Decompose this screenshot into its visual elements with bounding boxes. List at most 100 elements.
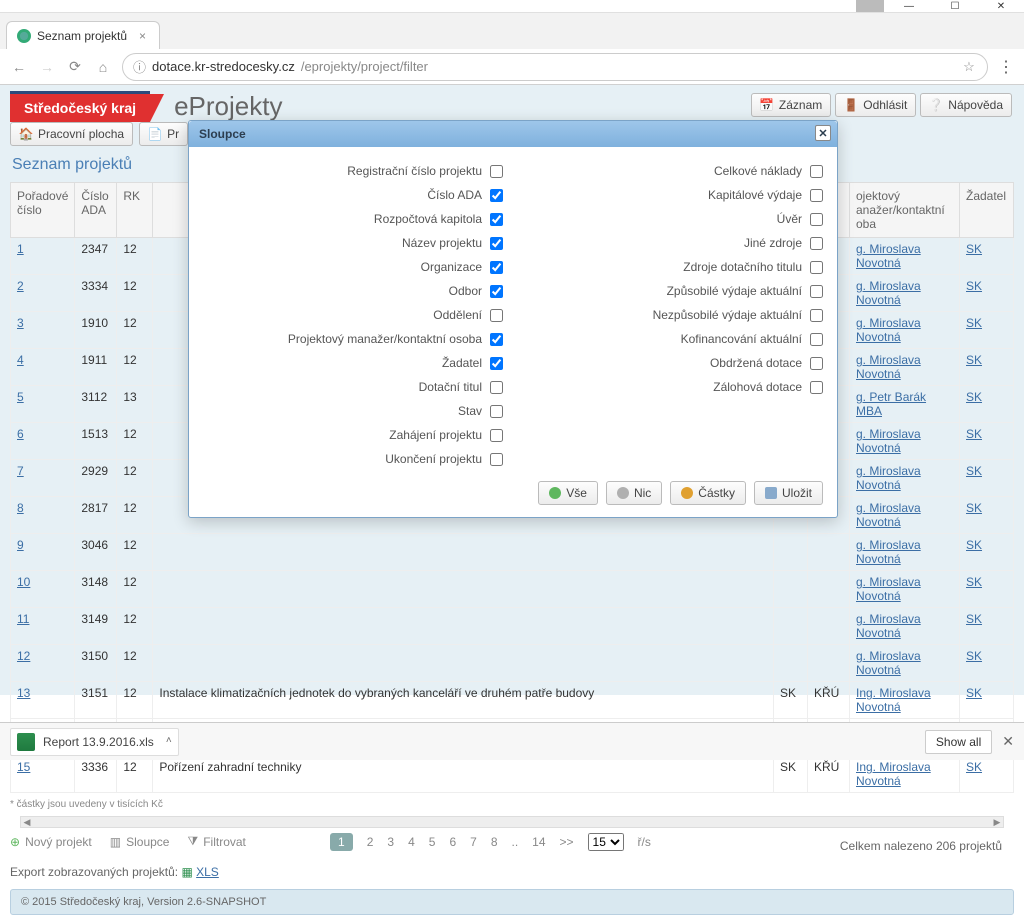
site-info-icon[interactable]: ⓘ [133, 57, 146, 76]
row-number-link[interactable]: 6 [17, 427, 24, 441]
page-3[interactable]: 3 [387, 835, 394, 849]
zadatel-link[interactable]: SK [966, 279, 982, 293]
account-icon[interactable] [856, 0, 884, 12]
row-number-link[interactable]: 10 [17, 575, 30, 589]
option-checkbox[interactable] [490, 261, 503, 274]
option-checkbox[interactable] [810, 165, 823, 178]
select-none-button[interactable]: Nic [606, 481, 662, 505]
zadatel-link[interactable]: SK [966, 501, 982, 515]
page-6[interactable]: 6 [449, 835, 456, 849]
page-next[interactable]: >> [560, 835, 574, 849]
modal-title[interactable]: Sloupce ✕ [189, 121, 837, 147]
amounts-button[interactable]: Částky [670, 481, 746, 505]
close-window-button[interactable]: ✕ [978, 0, 1024, 13]
option-checkbox[interactable] [490, 453, 503, 466]
option-checkbox[interactable] [810, 189, 823, 202]
zadatel-link[interactable]: SK [966, 353, 982, 367]
back-button[interactable]: ← [10, 58, 28, 76]
option-checkbox[interactable] [490, 357, 503, 370]
zadatel-link[interactable]: SK [966, 760, 982, 774]
row-number-link[interactable]: 9 [17, 538, 24, 552]
col-ada[interactable]: Číslo ADA [75, 183, 117, 238]
pm-link[interactable]: g. Miroslava Novotná [856, 316, 921, 344]
download-item[interactable]: Report 13.9.2016.xls ˄ [10, 728, 179, 756]
zadatel-link[interactable]: SK [966, 612, 982, 626]
pm-link[interactable]: g. Miroslava Novotná [856, 353, 921, 381]
option-checkbox[interactable] [490, 237, 503, 250]
page-14[interactable]: 14 [532, 835, 545, 849]
col-pm[interactable]: ojektový anažer/kontaktní oba [850, 183, 960, 238]
select-all-button[interactable]: Vše [538, 481, 598, 505]
columns-button[interactable]: ▥Sloupce [110, 835, 170, 849]
zadatel-link[interactable]: SK [966, 649, 982, 663]
pm-link[interactable]: Ing. Miroslava Novotná [856, 686, 931, 714]
modal-close-button[interactable]: ✕ [815, 125, 831, 141]
pm-link[interactable]: g. Miroslava Novotná [856, 538, 921, 566]
option-checkbox[interactable] [810, 237, 823, 250]
browser-menu-button[interactable]: ⋮ [998, 57, 1014, 77]
zaznam-button[interactable]: 📅Záznam [751, 93, 831, 117]
pr-button[interactable]: 📄Pr [139, 122, 188, 146]
zadatel-link[interactable]: SK [966, 575, 982, 589]
pm-link[interactable]: g. Miroslava Novotná [856, 464, 921, 492]
option-checkbox[interactable] [810, 381, 823, 394]
option-checkbox[interactable] [810, 357, 823, 370]
col-rk[interactable]: RK [117, 183, 153, 238]
pm-link[interactable]: g. Miroslava Novotná [856, 649, 921, 677]
horizontal-scrollbar[interactable]: ◀ ▶ [20, 816, 1004, 828]
option-checkbox[interactable] [490, 285, 503, 298]
reload-button[interactable]: ⟳ [66, 58, 84, 76]
scroll-left-icon[interactable]: ◀ [21, 817, 33, 827]
forward-button[interactable]: → [38, 58, 56, 76]
option-checkbox[interactable] [490, 405, 503, 418]
option-checkbox[interactable] [490, 189, 503, 202]
page-7[interactable]: 7 [470, 835, 477, 849]
row-number-link[interactable]: 12 [17, 649, 30, 663]
pm-link[interactable]: g. Miroslava Novotná [856, 279, 921, 307]
pm-link[interactable]: g. Miroslava Novotná [856, 575, 921, 603]
row-number-link[interactable]: 4 [17, 353, 24, 367]
option-checkbox[interactable] [810, 261, 823, 274]
row-number-link[interactable]: 13 [17, 686, 30, 700]
option-checkbox[interactable] [490, 213, 503, 226]
option-checkbox[interactable] [490, 309, 503, 322]
option-checkbox[interactable] [490, 333, 503, 346]
row-number-link[interactable]: 11 [17, 612, 29, 626]
col-poradove[interactable]: Pořadové číslo [11, 183, 75, 238]
page-5[interactable]: 5 [429, 835, 436, 849]
page-4[interactable]: 4 [408, 835, 415, 849]
option-checkbox[interactable] [490, 381, 503, 394]
zadatel-link[interactable]: SK [966, 686, 982, 700]
pm-link[interactable]: g. Miroslava Novotná [856, 501, 921, 529]
bookmark-icon[interactable]: ☆ [961, 59, 977, 75]
per-page-select[interactable]: 15 [588, 833, 624, 851]
row-number-link[interactable]: 5 [17, 390, 24, 404]
zadatel-link[interactable]: SK [966, 427, 982, 441]
new-project-button[interactable]: ⊕Nový projekt [10, 835, 92, 849]
minimize-button[interactable]: — [886, 0, 932, 13]
pm-link[interactable]: Ing. Miroslava Novotná [856, 760, 931, 788]
maximize-button[interactable]: ☐ [932, 0, 978, 13]
zadatel-link[interactable]: SK [966, 538, 982, 552]
option-checkbox[interactable] [810, 285, 823, 298]
export-xls-link[interactable]: XLS [196, 865, 219, 879]
col-zadatel[interactable]: Žadatel [960, 183, 1014, 238]
option-checkbox[interactable] [810, 309, 823, 322]
option-checkbox[interactable] [490, 429, 503, 442]
pm-link[interactable]: g. Miroslava Novotná [856, 612, 921, 640]
option-checkbox[interactable] [810, 213, 823, 226]
home-button[interactable]: ⌂ [94, 58, 112, 76]
page-1[interactable]: 1 [330, 833, 353, 851]
option-checkbox[interactable] [810, 333, 823, 346]
scroll-right-icon[interactable]: ▶ [991, 817, 1003, 827]
show-all-button[interactable]: Show all [925, 730, 992, 754]
pm-link[interactable]: g. Miroslava Novotná [856, 427, 921, 455]
help-button[interactable]: ❔Nápověda [920, 93, 1012, 117]
filter-button[interactable]: ⧩Filtrovat [187, 834, 245, 849]
download-bar-close[interactable]: ✕ [1002, 733, 1014, 750]
page-2[interactable]: 2 [367, 835, 374, 849]
row-number-link[interactable]: 1 [17, 242, 24, 256]
chevron-up-icon[interactable]: ˄ [166, 735, 172, 746]
workspace-button[interactable]: 🏠Pracovní plocha [10, 122, 133, 146]
row-number-link[interactable]: 15 [17, 760, 30, 774]
